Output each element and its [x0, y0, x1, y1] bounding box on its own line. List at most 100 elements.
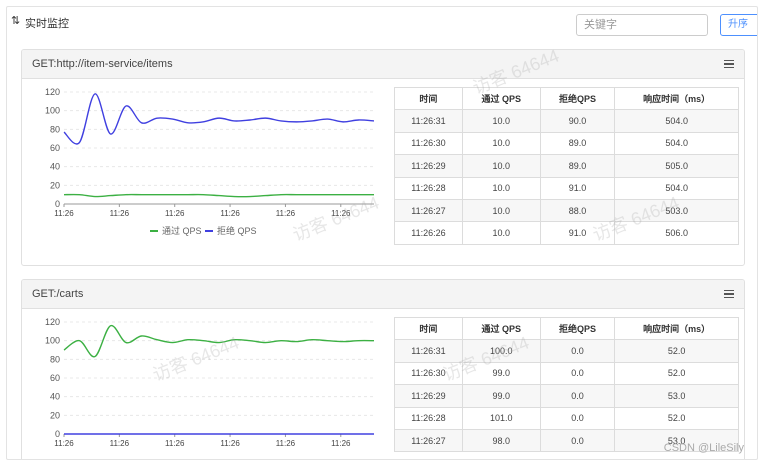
- y-tick-label: 80: [50, 354, 60, 364]
- menu-icon[interactable]: [724, 60, 734, 69]
- qps-table: 时间 通过 QPS 拒绝QPS 响应时间（ms） 11:26:31 10.0 90.…: [394, 86, 739, 245]
- x-tick-label: 11:26: [165, 439, 185, 448]
- cell-pass: 98.0: [461, 428, 541, 453]
- x-tick-label: 11:26: [276, 209, 296, 218]
- cell-pass: 100.0: [461, 339, 541, 363]
- cell-block: 91.0: [539, 221, 616, 245]
- y-tick-label: 120: [45, 317, 60, 327]
- cell-pass: 10.0: [461, 109, 541, 133]
- table-row: 11:26:30 99.0 0.0 52.0: [394, 361, 739, 386]
- col-rt: 响应时间（ms）: [614, 316, 739, 341]
- legend-label: 拒绝 QPS: [217, 225, 257, 236]
- cell-pass: 99.0: [461, 384, 541, 408]
- y-tick-label: 100: [45, 336, 60, 346]
- cell-block: 0.0: [539, 361, 616, 386]
- table-header-row: 时间 通过 QPS 拒绝QPS 响应时间（ms）: [394, 316, 739, 341]
- panel-header: GET:/carts: [22, 280, 744, 309]
- qps-line-chart: 0 20 40 60 80 100 120 11:26 11:26 11:26 11:26 11:26…: [45, 87, 375, 236]
- cell-rt: 504.0: [614, 131, 739, 156]
- qps-line-chart: 0 20 40 60 80 100 120 11:26 11:26 11:26 11:26 11:26…: [45, 317, 375, 448]
- series-line-pass-qps: [63, 193, 374, 198]
- col-rt: 响应时间（ms）: [614, 86, 739, 111]
- cell-pass: 10.0: [461, 198, 541, 223]
- x-tick-label: 11:26: [54, 209, 74, 218]
- panel-header: GET:http://item-service/items: [22, 50, 744, 79]
- cell-rt: 506.0: [614, 221, 739, 245]
- qps-chart: 0 20 40 60 80 100 120 11:26 11:26 11:26 11:26 11:26…: [40, 86, 380, 265]
- cell-rt: 52.0: [614, 339, 739, 363]
- cell-pass: 101.0: [461, 406, 541, 430]
- cell-pass: 99.0: [461, 361, 541, 386]
- y-tick-label: 20: [50, 410, 60, 420]
- col-time: 时间: [394, 86, 463, 111]
- cell-time: 11:26:28: [394, 406, 463, 430]
- table-row: 11:26:29 10.0 89.0 505.0: [394, 154, 739, 178]
- table-row: 11:26:29 99.0 0.0 53.0: [394, 384, 739, 408]
- menu-icon[interactable]: [724, 290, 734, 299]
- cell-time: 11:26:29: [394, 384, 463, 408]
- y-tick-label: 60: [50, 373, 60, 383]
- cell-pass: 10.0: [461, 221, 541, 245]
- x-tick-label: 11:26: [110, 439, 130, 448]
- y-tick-label: 20: [50, 180, 60, 190]
- cell-block: 89.0: [539, 131, 616, 156]
- panel-title: GET:/carts: [32, 288, 84, 300]
- table-row: 11:26:30 10.0 89.0 504.0: [394, 131, 739, 156]
- cell-rt: 505.0: [614, 154, 739, 178]
- cell-rt: 504.0: [614, 109, 739, 133]
- x-tick-label: 11:26: [220, 209, 240, 218]
- toolbar: ⇅ 实时监控 升序: [7, 7, 757, 41]
- resource-panel-carts: GET:/carts 0 20 40 60 80 100 120 11:26 11:26 11:2…: [21, 279, 745, 459]
- footer-credit: CSDN @LileSily: [663, 442, 744, 454]
- cell-block: 0.0: [539, 406, 616, 430]
- page-title: 实时监控: [25, 18, 69, 30]
- cell-time: 11:26:28: [394, 176, 463, 200]
- cell-block: 0.0: [539, 384, 616, 408]
- sort-order-button[interactable]: 升序: [720, 14, 757, 36]
- cell-time: 11:26:31: [394, 109, 463, 133]
- cell-rt: 52.0: [614, 361, 739, 386]
- table-row: 11:26:26 10.0 91.0 506.0: [394, 221, 739, 245]
- x-tick-label: 11:26: [110, 209, 130, 218]
- search-input[interactable]: [576, 14, 708, 36]
- cell-block: 0.0: [539, 339, 616, 363]
- series-line-block-qps: [63, 93, 375, 145]
- y-tick-label: 0: [55, 199, 60, 209]
- cell-time: 11:26:29: [394, 154, 463, 178]
- y-tick-label: 120: [45, 87, 60, 97]
- realtime-monitor-card: ⇅ 实时监控 升序 GET:http://item-service/items …: [6, 6, 758, 460]
- x-tick-label: 11:26: [276, 439, 296, 448]
- table-row: 11:26:27 10.0 88.0 503.0: [394, 198, 739, 223]
- col-block-qps: 拒绝QPS: [539, 86, 616, 111]
- cell-time: 11:26:27: [394, 428, 463, 453]
- cell-rt: 52.0: [614, 406, 739, 430]
- cell-block: 88.0: [539, 198, 616, 223]
- cell-block: 0.0: [539, 428, 616, 453]
- y-tick-label: 40: [50, 392, 60, 402]
- series-line-pass-qps: [63, 325, 375, 358]
- y-tick-label: 100: [45, 106, 60, 116]
- table-row: 11:26:31 100.0 0.0 52.0: [394, 339, 739, 363]
- cell-time: 11:26:31: [394, 339, 463, 363]
- cell-pass: 10.0: [461, 131, 541, 156]
- y-tick-label: 40: [50, 162, 60, 172]
- legend-label: 通过 QPS: [162, 225, 202, 236]
- cell-time: 11:26:30: [394, 361, 463, 386]
- x-tick-label: 11:26: [220, 439, 240, 448]
- panel-title: GET:http://item-service/items: [32, 58, 173, 70]
- qps-chart: 0 20 40 60 80 100 120 11:26 11:26 11:26 11:26 11:26…: [40, 316, 380, 459]
- cell-block: 89.0: [539, 154, 616, 178]
- y-tick-label: 60: [50, 143, 60, 153]
- table-row: 11:26:31 10.0 90.0 504.0: [394, 109, 739, 133]
- cell-pass: 10.0: [461, 176, 541, 200]
- cell-time: 11:26:26: [394, 221, 463, 245]
- cell-time: 11:26:30: [394, 131, 463, 156]
- cell-rt: 503.0: [614, 198, 739, 223]
- resource-panel-items: GET:http://item-service/items 0 20 40 60 80 1…: [21, 49, 745, 266]
- table-row: 11:26:28 101.0 0.0 52.0: [394, 406, 739, 430]
- cell-rt: 53.0: [614, 384, 739, 408]
- y-tick-label: 0: [55, 429, 60, 439]
- cell-pass: 10.0: [461, 154, 541, 178]
- col-pass-qps: 通过 QPS: [461, 86, 541, 111]
- sort-lines-icon: ⇅: [11, 15, 21, 27]
